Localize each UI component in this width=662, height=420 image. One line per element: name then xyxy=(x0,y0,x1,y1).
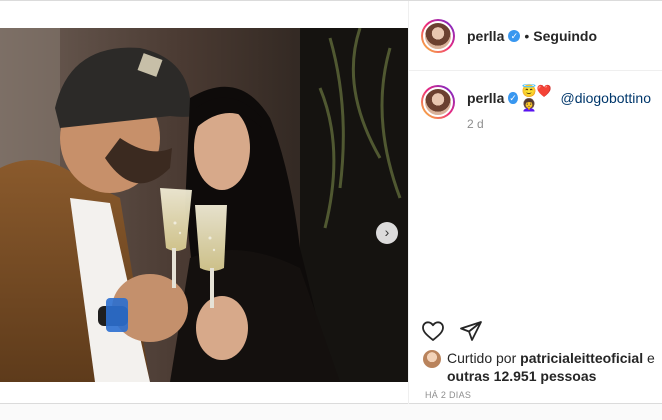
post-photo[interactable]: › xyxy=(0,28,408,382)
separator-dot: • xyxy=(524,27,530,44)
post-username[interactable]: perlla xyxy=(467,28,504,44)
caption-time[interactable]: 2 d xyxy=(467,117,651,131)
avatar[interactable] xyxy=(421,18,455,53)
carousel-next-button[interactable]: › xyxy=(376,222,398,244)
instagram-post: › perlla ✓ • Seguindo perlla ✓ 😇❤️👩‍🦱 @d… xyxy=(0,0,662,405)
following-button[interactable]: Seguindo xyxy=(533,28,597,44)
caption-username[interactable]: perlla xyxy=(467,90,504,106)
liked-by-prefix: Curtido por xyxy=(447,350,517,366)
caption-mention-link[interactable]: @diogobottino xyxy=(560,90,651,106)
likes-summary: Curtido por patricialeitteoficial e outr… xyxy=(423,349,659,385)
chevron-right-icon: › xyxy=(384,224,390,240)
couple-toast-photo xyxy=(0,28,408,382)
share-icon[interactable] xyxy=(459,319,483,343)
liked-by-user-link[interactable]: patricialeitteoficial xyxy=(520,350,643,366)
post-timestamp[interactable]: HÁ 2 DIAS xyxy=(425,390,471,400)
post-actions xyxy=(421,319,483,343)
verified-badge-icon: ✓ xyxy=(508,92,518,104)
post-header: perlla ✓ • Seguindo xyxy=(409,1,662,71)
liker-avatar[interactable] xyxy=(423,350,441,368)
page-background xyxy=(0,404,662,420)
post-caption: perlla ✓ 😇❤️👩‍🦱 @diogobottino 2 d xyxy=(409,71,662,131)
verified-badge-icon: ✓ xyxy=(508,29,521,42)
liked-by-and: e xyxy=(646,350,655,366)
heart-icon[interactable] xyxy=(421,319,445,343)
likes-others-link[interactable]: outras 12.951 pessoas xyxy=(447,368,596,384)
caption-emojis: 😇❤️👩‍🦱 xyxy=(521,84,552,112)
post-sidebar: perlla ✓ • Seguindo perlla ✓ 😇❤️👩‍🦱 @dio… xyxy=(408,1,662,405)
caption-avatar[interactable] xyxy=(421,85,455,119)
